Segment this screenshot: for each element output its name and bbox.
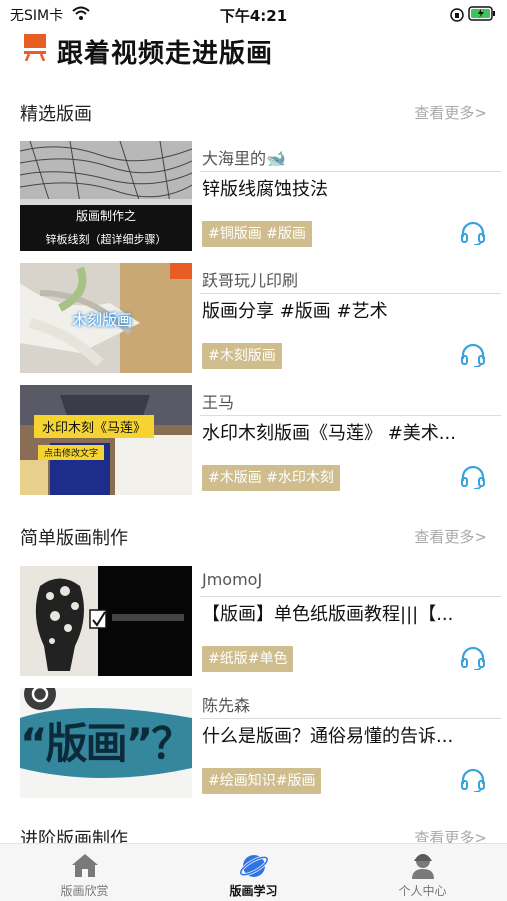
- video-title[interactable]: 【版画】单色纸版画教程|||【...: [202, 600, 482, 626]
- status-time: 下午4:21: [219, 7, 288, 25]
- video-author: 陈先森: [202, 696, 251, 715]
- video-thumbnail[interactable]: 木刻版画: [20, 263, 192, 373]
- tag-badge[interactable]: #绘画知识#版画: [202, 768, 322, 794]
- planet-icon: [239, 852, 269, 884]
- video-card[interactable]: “版画”？ 陈先森 什么是版画？通俗易懂的告诉... #绘画知识#版画: [20, 688, 501, 798]
- divider: [200, 415, 501, 416]
- thumbnail-caption: 锌板线刻（超详细步骤）: [45, 233, 167, 246]
- thumbnail-caption: 木刻版画: [72, 311, 133, 329]
- tag-badge[interactable]: #铜版画 #版画: [202, 221, 312, 247]
- tab-label: 版画欣赏: [60, 884, 109, 898]
- video-thumbnail[interactable]: 版画制作之 锌板线刻（超详细步骤）: [20, 141, 192, 251]
- battery-icon: [468, 6, 496, 25]
- divider: [200, 596, 501, 597]
- tab-profile[interactable]: 个人中心: [338, 844, 507, 901]
- tab-label: 个人中心: [398, 884, 447, 898]
- tag-badge[interactable]: #纸版#单色: [202, 646, 294, 672]
- headphones-icon[interactable]: [460, 465, 486, 493]
- video-author: 王马: [202, 393, 235, 412]
- view-more-link-featured[interactable]: 查看更多>: [414, 102, 487, 123]
- headphones-icon[interactable]: [460, 221, 486, 249]
- tag-badge[interactable]: #木刻版画: [202, 343, 282, 369]
- video-author: 跃哥玩儿印刷: [202, 271, 299, 290]
- section-title-featured: 精选版画: [20, 104, 92, 125]
- view-more-link-simple[interactable]: 查看更多>: [414, 526, 487, 547]
- home-icon: [70, 852, 100, 882]
- page-title: 跟着视频走进版画: [57, 39, 274, 69]
- tab-appreciation[interactable]: 版画欣赏: [0, 844, 169, 901]
- thumbnail-caption: 点击修改文字: [38, 445, 105, 460]
- video-thumbnail[interactable]: [20, 566, 192, 676]
- divider: [200, 293, 501, 294]
- video-title[interactable]: 锌版线腐蚀技法: [202, 175, 482, 201]
- video-card[interactable]: 版画制作之 锌板线刻（超详细步骤） 大海里的🐋 锌版线腐蚀技法 #铜版画 #版画: [20, 141, 501, 251]
- video-title[interactable]: 什么是版画？通俗易懂的告诉...: [202, 722, 482, 748]
- headphones-icon[interactable]: [460, 343, 486, 371]
- orientation-lock-icon: [450, 7, 464, 26]
- video-author: 大海里的🐋: [202, 149, 286, 168]
- tab-learning[interactable]: 版画学习: [169, 844, 338, 901]
- video-title[interactable]: 版画分享 #版画 #艺术: [202, 297, 482, 323]
- video-thumbnail[interactable]: 水印木刻《马莲》 点击修改文字: [20, 385, 192, 495]
- video-card[interactable]: 水印木刻《马莲》 点击修改文字 王马 水印木刻版画《马莲》 #美术... #木版…: [20, 385, 501, 495]
- headphones-icon[interactable]: [460, 768, 486, 796]
- video-thumbnail[interactable]: “版画”？: [20, 688, 192, 798]
- thumbnail-caption: “版画”？: [20, 719, 192, 768]
- user-icon: [408, 852, 438, 884]
- video-title[interactable]: 水印木刻版画《马莲》 #美术...: [202, 419, 482, 445]
- thumbnail-caption: 水印木刻《马莲》: [34, 415, 155, 438]
- tag-badge[interactable]: #木版画 #水印木刻: [202, 465, 340, 491]
- divider: [200, 171, 501, 172]
- divider: [200, 718, 501, 719]
- app-logo-icon: [23, 33, 47, 65]
- tab-label: 版画学习: [229, 884, 278, 898]
- thumbnail-caption: 版画制作之: [75, 209, 136, 223]
- video-card[interactable]: JmomoJ 【版画】单色纸版画教程|||【... #纸版#单色: [20, 566, 501, 676]
- video-card[interactable]: 木刻版画 跃哥玩儿印刷 版画分享 #版画 #艺术 #木刻版画: [20, 263, 501, 373]
- headphones-icon[interactable]: [460, 646, 486, 674]
- tab-bar: 版画欣赏 版画学习 个人中心: [0, 843, 507, 901]
- video-author: JmomoJ: [202, 570, 263, 589]
- section-title-simple: 简单版画制作: [20, 528, 128, 549]
- status-bar: 无SIM卡 下午4:21: [0, 0, 507, 30]
